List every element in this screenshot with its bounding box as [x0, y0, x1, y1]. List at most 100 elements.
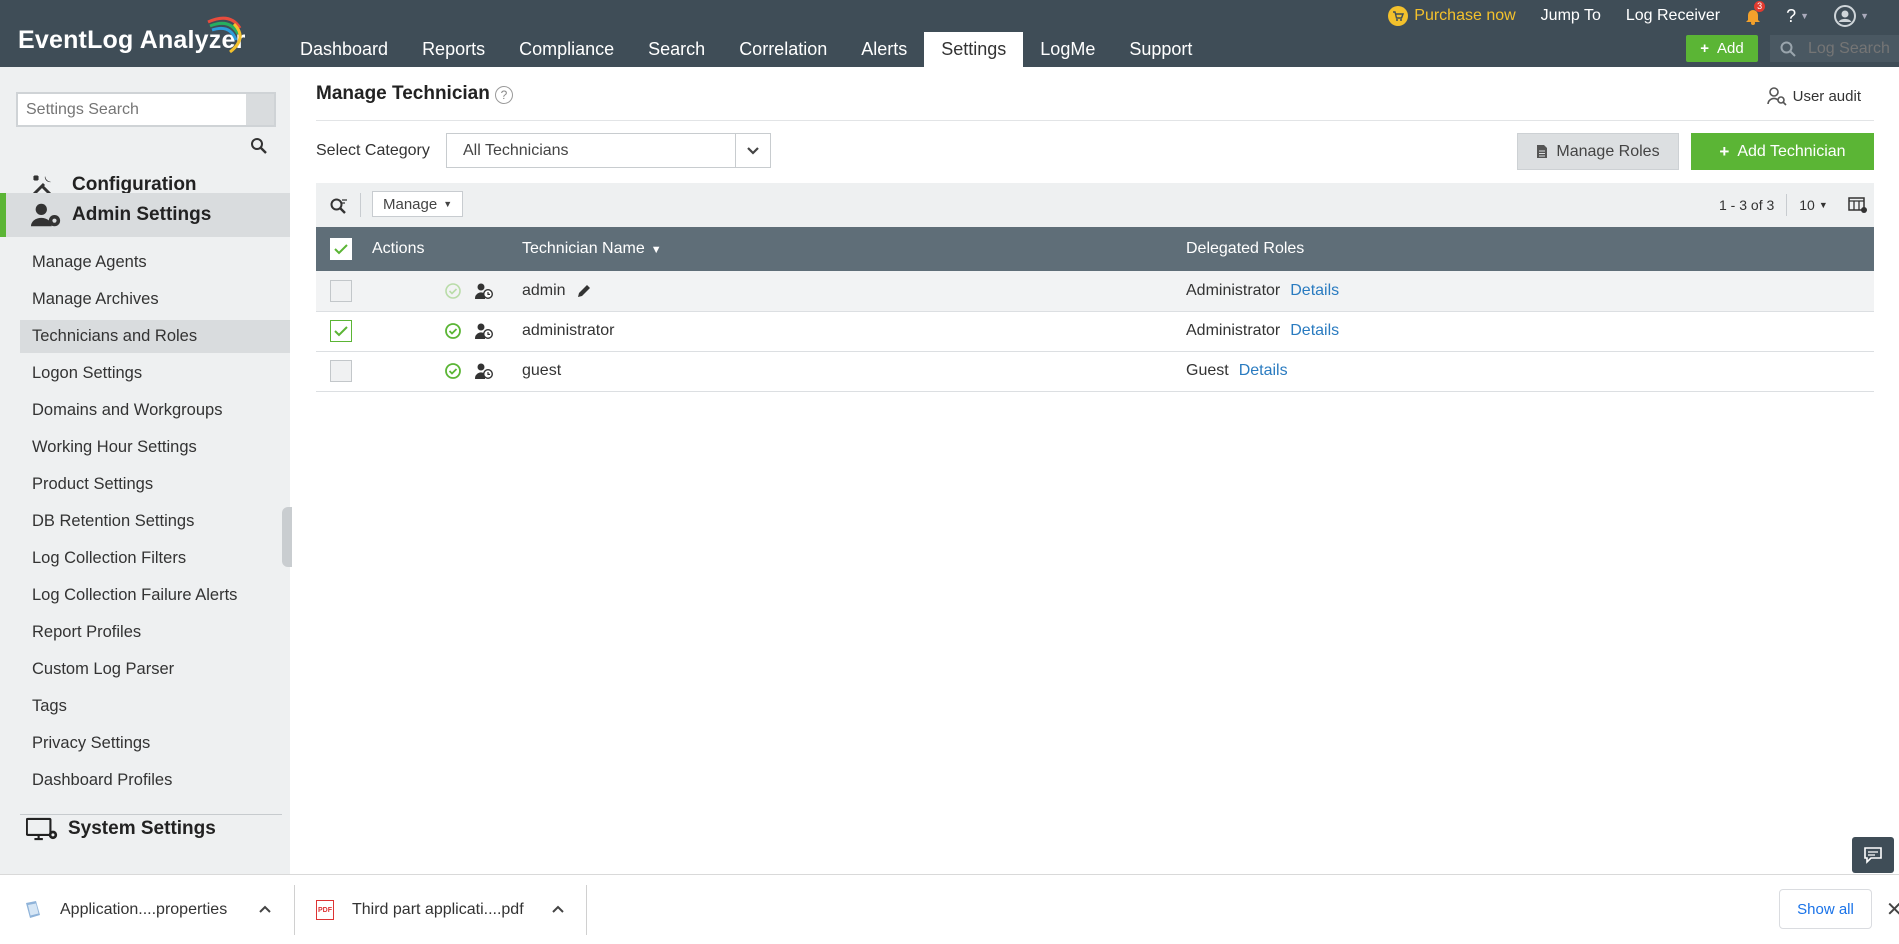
- sidebar-item-manage-agents[interactable]: Manage Agents: [20, 246, 290, 279]
- technicians-table: Actions Technician Name ▼ Delegated Roles…: [316, 227, 1874, 392]
- tab-correlation[interactable]: Correlation: [722, 32, 844, 67]
- chevron-up-icon[interactable]: [258, 902, 272, 916]
- tab-alerts[interactable]: Alerts: [844, 32, 924, 67]
- purchase-now-link[interactable]: Purchase now: [1388, 6, 1516, 26]
- row-checkbox[interactable]: [330, 279, 352, 302]
- sidebar-item-logon-settings[interactable]: Logon Settings: [20, 357, 290, 390]
- sidebar-item-product-settings[interactable]: Product Settings: [20, 468, 290, 501]
- checkmark-icon: [334, 326, 348, 337]
- admin-user-gear-icon: [30, 201, 62, 229]
- table-search-icon[interactable]: [330, 198, 348, 214]
- status-enabled-icon[interactable]: [444, 322, 462, 340]
- pencil-edit-icon[interactable]: [576, 283, 592, 299]
- settings-sidebar: Configuration Admin Settings Manage Agen…: [0, 67, 292, 874]
- user-avatar-icon: [1834, 5, 1857, 27]
- download-item[interactable]: Application....properties: [22, 875, 227, 944]
- tab-compliance[interactable]: Compliance: [502, 32, 631, 67]
- file-icon: [26, 901, 40, 918]
- sidebar-section-system-settings[interactable]: System Settings: [0, 807, 290, 851]
- download-item[interactable]: PDF Third part applicati....pdf: [316, 875, 524, 944]
- logo-swoosh-icon: [207, 16, 242, 54]
- help-label: ?: [1786, 5, 1797, 26]
- sidebar-item-working-hour-settings[interactable]: Working Hour Settings: [20, 431, 290, 464]
- header-technician-name[interactable]: Technician Name ▼: [522, 227, 1186, 271]
- help-circle-icon[interactable]: ?: [495, 86, 513, 104]
- help-menu[interactable]: ? ▼: [1786, 6, 1809, 27]
- notification-count-badge: 3: [1754, 1, 1766, 12]
- delegated-role: Guest: [1186, 362, 1229, 379]
- row-checkbox[interactable]: [330, 360, 352, 382]
- tab-logme[interactable]: LogMe: [1023, 32, 1112, 67]
- table-toolbar: Manage ▼ 1 - 3 of 3 10 ▼: [316, 183, 1874, 227]
- chevron-up-icon[interactable]: [551, 902, 565, 916]
- user-audit-link[interactable]: User audit: [1766, 86, 1861, 106]
- log-receiver-link[interactable]: Log Receiver: [1626, 7, 1720, 25]
- status-disabled-icon[interactable]: [444, 282, 462, 300]
- technician-name: guest: [522, 362, 562, 379]
- caret-down-icon: ▼: [443, 199, 453, 209]
- close-icon[interactable]: ✕: [1886, 897, 1899, 922]
- sidebar-item-domains-and-workgroups[interactable]: Domains and Workgroups: [20, 394, 290, 427]
- details-link[interactable]: Details: [1239, 362, 1288, 379]
- select-category-dropdown[interactable]: All Technicians: [446, 133, 771, 168]
- add-technician-button[interactable]: + Add Technician: [1691, 133, 1874, 170]
- search-icon: [1780, 41, 1796, 57]
- settings-search-input[interactable]: [18, 94, 246, 125]
- user-schedule-icon[interactable]: [474, 362, 494, 380]
- chat-button[interactable]: [1852, 837, 1894, 873]
- top-header: EventLog Analyzer Dashboard Reports Comp…: [0, 0, 1899, 67]
- add-button[interactable]: + Add: [1686, 35, 1758, 62]
- pager-range: 1 - 3 of 3: [1719, 197, 1775, 213]
- manage-roles-button[interactable]: Manage Roles: [1517, 133, 1679, 170]
- user-menu[interactable]: ▼: [1834, 5, 1869, 27]
- jump-to-link[interactable]: Jump To: [1541, 7, 1601, 25]
- chevron-down-icon: [735, 134, 770, 167]
- details-link[interactable]: Details: [1290, 282, 1339, 299]
- status-enabled-icon[interactable]: [444, 362, 462, 380]
- user-audit-label: User audit: [1792, 87, 1861, 105]
- row-checkbox[interactable]: [330, 320, 352, 342]
- sidebar-item-dashboard-profiles[interactable]: Dashboard Profiles: [20, 764, 290, 797]
- tab-search[interactable]: Search: [631, 32, 722, 67]
- tab-support[interactable]: Support: [1112, 32, 1209, 67]
- tab-dashboard[interactable]: Dashboard: [283, 32, 405, 67]
- sidebar-section-admin-settings[interactable]: Admin Settings: [0, 193, 290, 237]
- select-all-checkbox[interactable]: [330, 238, 352, 260]
- tab-reports[interactable]: Reports: [405, 32, 502, 67]
- sidebar-item-log-collection-failure-alerts[interactable]: Log Collection Failure Alerts: [20, 579, 290, 612]
- notifications-button[interactable]: 3: [1745, 1, 1766, 25]
- title-divider: [316, 120, 1874, 121]
- log-search-input[interactable]: [1808, 39, 1898, 58]
- main-content: Manage Technician ? User audit Select Ca…: [290, 67, 1899, 874]
- sidebar-item-report-profiles[interactable]: Report Profiles: [20, 616, 290, 649]
- page-size-select[interactable]: 10 ▼: [1799, 197, 1828, 213]
- sidebar-item-technicians-and-roles[interactable]: Technicians and Roles: [20, 320, 290, 353]
- pdf-file-icon: PDF: [316, 900, 334, 920]
- pagination: 1 - 3 of 3 10 ▼: [1719, 183, 1868, 227]
- add-label: Add: [1717, 40, 1744, 57]
- technician-name: administrator: [522, 322, 615, 339]
- section-label: System Settings: [68, 818, 216, 839]
- table-row: admin Administrator Details: [316, 271, 1874, 312]
- sidebar-item-log-collection-filters[interactable]: Log Collection Filters: [20, 542, 290, 575]
- tab-settings[interactable]: Settings: [924, 32, 1024, 67]
- download-separator: [586, 885, 587, 935]
- column-chooser-icon[interactable]: [1848, 196, 1868, 214]
- sort-desc-icon: ▼: [650, 244, 662, 256]
- user-schedule-icon[interactable]: [474, 322, 494, 340]
- document-icon: [1537, 145, 1548, 158]
- user-schedule-icon[interactable]: [474, 282, 494, 300]
- sidebar-item-manage-archives[interactable]: Manage Archives: [20, 283, 290, 316]
- sidebar-item-db-retention-settings[interactable]: DB Retention Settings: [20, 505, 290, 538]
- sidebar-item-tags[interactable]: Tags: [20, 690, 290, 723]
- manage-dropdown[interactable]: Manage ▼: [372, 191, 464, 217]
- delegated-role: Administrator: [1186, 322, 1281, 339]
- search-icon[interactable]: [250, 137, 268, 155]
- sidebar-item-privacy-settings[interactable]: Privacy Settings: [20, 727, 290, 760]
- details-link[interactable]: Details: [1290, 322, 1339, 339]
- settings-search-button[interactable]: [246, 94, 274, 125]
- row-actions: [372, 362, 522, 380]
- download-filename: Application....properties: [60, 901, 228, 918]
- sidebar-item-custom-log-parser[interactable]: Custom Log Parser: [20, 653, 290, 686]
- show-all-downloads-button[interactable]: Show all: [1779, 889, 1872, 929]
